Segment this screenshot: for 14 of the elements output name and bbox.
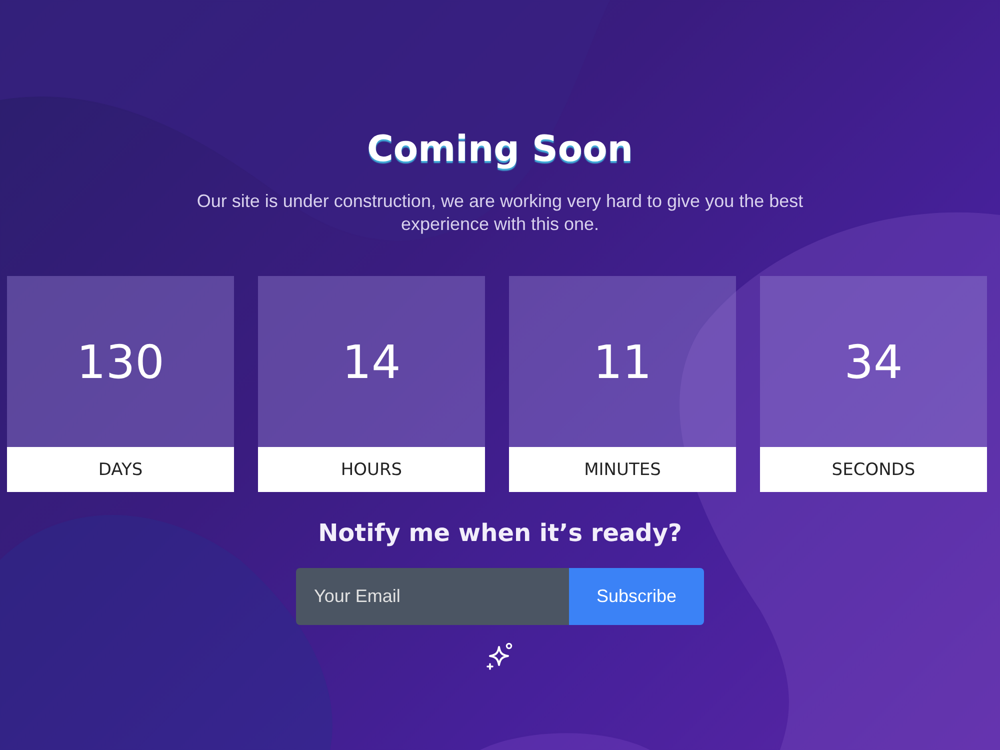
page-title: Coming Soon (367, 128, 633, 172)
countdown-unit-label: MINUTES (509, 447, 736, 492)
countdown-number: 11 (593, 334, 652, 388)
countdown-unit-label: HOURS (258, 447, 485, 492)
countdown-unit-label: SECONDS (760, 447, 987, 492)
subscribe-button[interactable]: Subscribe (569, 568, 704, 625)
notify-heading: Notify me when it’s ready? (318, 518, 682, 549)
subtitle-text: Our site is under construction, we are working very hard to give you the best experience with this one. (196, 190, 804, 236)
countdown-number: 14 (342, 334, 401, 388)
countdown-number: 34 (844, 334, 903, 388)
sparkles-icon (486, 642, 514, 670)
countdown-number: 130 (76, 334, 164, 388)
countdown-unit-label: DAYS (7, 447, 234, 492)
email-input-field[interactable]: Your Email (296, 568, 569, 625)
